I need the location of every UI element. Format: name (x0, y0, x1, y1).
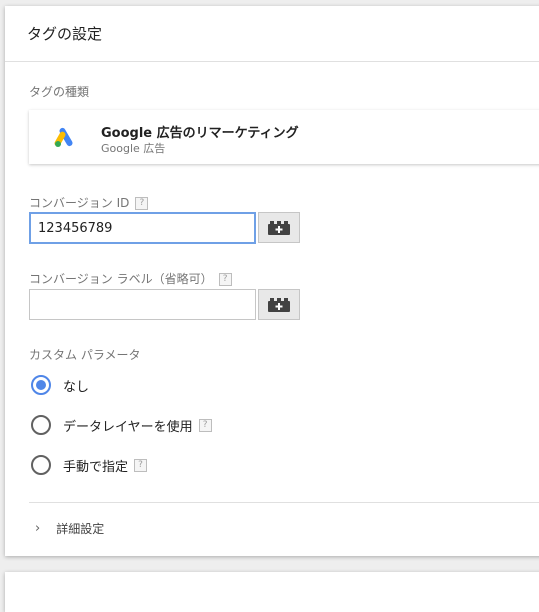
help-icon[interactable]: ? (135, 197, 149, 210)
radio-option-manual[interactable]: 手動で指定 ? (31, 455, 148, 475)
radio-button-checked[interactable] (31, 375, 51, 395)
conversion-id-label: コンバージョン ID? (29, 194, 149, 211)
variable-brick-icon (268, 297, 290, 312)
next-card (5, 572, 539, 612)
tag-type-name: Google 広告のリマーケティング (101, 126, 299, 141)
help-icon[interactable]: ? (198, 418, 212, 432)
card-header: タグの設定 (5, 6, 539, 62)
conversion-id-input[interactable] (29, 212, 256, 244)
radio-label: なし (63, 379, 90, 395)
conversion-label-input[interactable] (29, 289, 256, 320)
tag-type-label: タグの種類 (29, 85, 90, 99)
radio-label: 手動で指定 (63, 459, 129, 475)
divider (29, 502, 539, 503)
radio-option-none[interactable]: なし (31, 375, 89, 395)
advanced-settings-label: 詳細設定 (56, 522, 105, 536)
variable-brick-icon (268, 220, 290, 235)
help-icon[interactable]: ? (218, 273, 232, 286)
google-ads-logo-icon (54, 127, 73, 147)
conversion-id-label-text: コンバージョン ID (29, 196, 130, 210)
radio-label: データレイヤーを使用 (63, 419, 193, 435)
tag-config-card: タグの設定 タグの種類 Google 広告のリマーケティング Google 広告… (5, 6, 539, 556)
radio-option-datalayer[interactable]: データレイヤーを使用 ? (31, 415, 212, 435)
chevron-right-icon: › (35, 521, 41, 536)
tag-type-provider: Google 広告 (101, 142, 166, 155)
radio-button[interactable] (31, 455, 51, 475)
page-title: タグの設定 (27, 25, 103, 43)
help-icon[interactable]: ? (134, 458, 148, 472)
tag-type-selector[interactable]: Google 広告のリマーケティング Google 広告 (29, 110, 539, 164)
conversion-label-label-text: コンバージョン ラベル（省略可） (29, 272, 213, 286)
advanced-settings-toggle[interactable]: › 詳細設定 (35, 520, 104, 537)
custom-params-label: カスタム パラメータ (29, 348, 141, 362)
variable-picker-button[interactable] (258, 289, 300, 320)
variable-picker-button[interactable] (258, 212, 300, 243)
conversion-label-label: コンバージョン ラベル（省略可）? (29, 270, 232, 287)
radio-button[interactable] (31, 415, 51, 435)
